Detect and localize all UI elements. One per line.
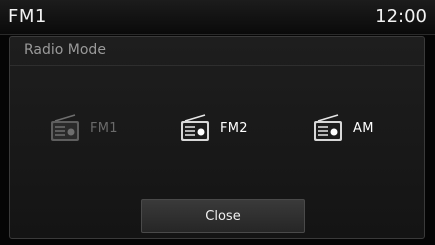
fm2-option[interactable]: FM2 — [180, 112, 248, 144]
radio-icon — [180, 114, 210, 142]
clock: 12:00 — [375, 6, 427, 27]
radio-icon — [50, 114, 80, 142]
current-source-title: FM1 — [8, 6, 47, 27]
radio-icon — [313, 114, 343, 142]
fm2-label: FM2 — [220, 120, 248, 136]
radio-mode-dialog: Radio Mode FM1 FM2 AM Close — [9, 36, 425, 239]
dialog-header: Radio Mode — [10, 37, 424, 66]
fm1-label: FM1 — [90, 120, 118, 136]
am-label: AM — [353, 120, 374, 136]
close-button[interactable]: Close — [141, 199, 305, 233]
dialog-title: Radio Mode — [24, 42, 106, 58]
head-unit-screen: FM1 12:00 Radio Mode FM1 FM2 AM Close — [0, 0, 435, 245]
status-bar: FM1 12:00 — [0, 0, 435, 35]
am-option[interactable]: AM — [313, 112, 374, 144]
fm1-option[interactable]: FM1 — [50, 112, 118, 144]
